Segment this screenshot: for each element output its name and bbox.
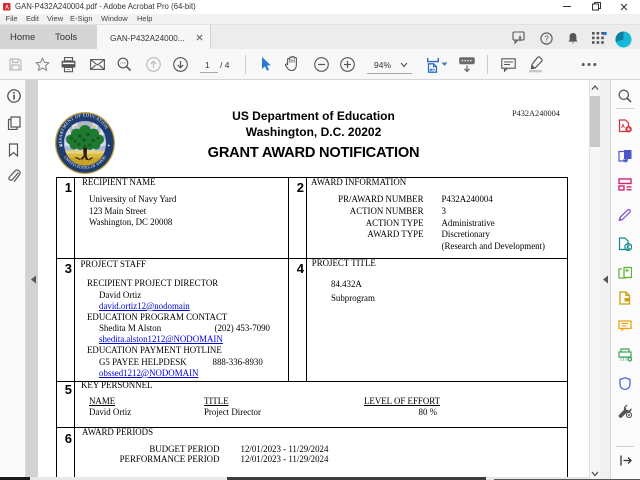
svg-text:?: ? bbox=[544, 34, 549, 43]
svg-text:A: A bbox=[621, 124, 625, 130]
